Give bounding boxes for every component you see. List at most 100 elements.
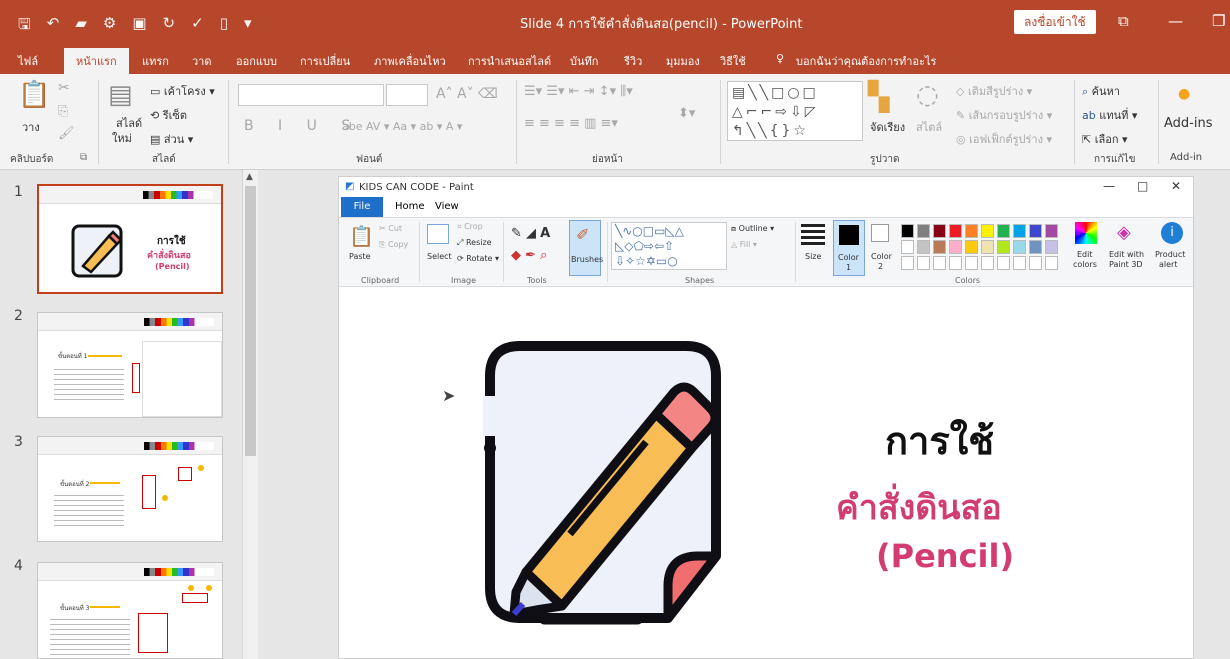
- replace-button[interactable]: ab แทนที่ ▾: [1082, 106, 1137, 124]
- color-swatch[interactable]: [981, 224, 994, 238]
- open-icon[interactable]: ▰: [75, 14, 87, 39]
- custom-color-slot[interactable]: [981, 256, 994, 270]
- paint-paste-icon[interactable]: 📋: [349, 224, 374, 248]
- section-button[interactable]: ▤ ส่วน ▾: [150, 130, 193, 148]
- shapes-gallery[interactable]: ▤╲╲□○□ △⌐⌐⇨⇩◸ ↰╲╲{}☆: [727, 81, 863, 141]
- custom-color-slot[interactable]: [949, 256, 962, 270]
- custom-color-slot[interactable]: [933, 256, 946, 270]
- tab-view[interactable]: มุมมอง: [666, 52, 700, 70]
- paint-file-tab[interactable]: File: [341, 197, 383, 217]
- paint-select-icon[interactable]: [427, 224, 449, 244]
- copy-icon[interactable]: ⎘: [58, 104, 68, 119]
- paint-color2-swatch[interactable]: [871, 224, 889, 242]
- color-swatch[interactable]: [965, 240, 978, 254]
- tell-me-input[interactable]: บอกฉันว่าคุณต้องการทำอะไร: [796, 52, 936, 70]
- text-direction-icon[interactable]: ⬍▾: [678, 106, 695, 121]
- color-swatch[interactable]: [997, 240, 1010, 254]
- color-swatch[interactable]: [933, 224, 946, 238]
- paint-tools-icons[interactable]: ✎ ◢ A: [511, 226, 550, 241]
- minimize-icon[interactable]: —: [1168, 12, 1183, 30]
- cut-icon[interactable]: ✂: [58, 80, 70, 96]
- custom-color-slot[interactable]: [997, 256, 1010, 270]
- slide-thumbnail-3[interactable]: ขั้นตอนที่ 2: [37, 436, 223, 542]
- paint-shapes-gallery[interactable]: ╲∿○□▭◺△ ◺◇⬠⇨⇦⇧ ⇩✧☆✡▭○: [611, 222, 727, 270]
- slide-thumbnail-1[interactable]: การใช้ คำสั่งดินสอ (Pencil): [37, 184, 223, 294]
- custom-color-slot[interactable]: [1045, 256, 1058, 270]
- sign-in-button[interactable]: ลงชื่อเข้าใช้: [1014, 10, 1096, 34]
- new-slide-button-2[interactable]: ใหม่: [112, 129, 132, 147]
- paint-3d-icon[interactable]: ◈: [1117, 222, 1131, 243]
- restore-icon[interactable]: ❐: [1212, 12, 1225, 30]
- paste-button[interactable]: วาง: [22, 118, 40, 136]
- paint-edit-colors-icon[interactable]: [1075, 222, 1097, 244]
- custom-color-slot[interactable]: [1013, 256, 1026, 270]
- spelling-icon[interactable]: ✓: [191, 14, 204, 39]
- grow-font-icon[interactable]: A˄ A˅ ⌫: [436, 86, 498, 102]
- ribbon-display-icon[interactable]: ⧉: [1118, 12, 1129, 30]
- paint-edit-colors-button[interactable]: Edit: [1077, 250, 1093, 259]
- custom-color-slot[interactable]: [965, 256, 978, 270]
- redo-icon[interactable]: ↻: [163, 14, 176, 39]
- tab-help[interactable]: วิธีใช้: [720, 52, 746, 70]
- color-swatch[interactable]: [917, 224, 930, 238]
- reset-button[interactable]: ⟲ รีเซ็ต: [150, 106, 187, 124]
- paint-view-tab[interactable]: View: [435, 201, 459, 212]
- font-more-buttons[interactable]: abe AV ▾ Aa ▾ ab ▾ A ▾: [342, 120, 462, 133]
- tab-slideshow[interactable]: การนำเสนอสไลด์: [468, 52, 551, 70]
- custom-color-slot[interactable]: [901, 256, 914, 270]
- color-swatch[interactable]: [901, 240, 914, 254]
- color-swatch[interactable]: [901, 224, 914, 238]
- select-button[interactable]: ⇱ เลือก ▾: [1082, 130, 1128, 148]
- paint-size-button[interactable]: Size: [805, 252, 821, 261]
- paint-size-icon[interactable]: [801, 224, 825, 246]
- tab-home[interactable]: หน้าแรก: [64, 48, 129, 74]
- shape-fill-button[interactable]: ◇ เติมสีรูปร่าง ▾: [956, 82, 1032, 100]
- format-painter-icon[interactable]: 🖌: [58, 126, 75, 141]
- font-name-box[interactable]: [238, 84, 384, 106]
- arrange-icon[interactable]: ▚: [868, 80, 890, 113]
- paint-maximize-icon[interactable]: □: [1137, 179, 1148, 193]
- tab-record[interactable]: บันทึก: [570, 52, 598, 70]
- paint-home-tab[interactable]: Home: [395, 201, 425, 212]
- tab-transitions[interactable]: การเปลี่ยน: [300, 52, 350, 70]
- paint-3d-button[interactable]: Edit with: [1109, 250, 1144, 259]
- paint-select-button[interactable]: Select: [427, 252, 452, 261]
- custom-color-slot[interactable]: [1029, 256, 1042, 270]
- color-swatch[interactable]: [1013, 224, 1026, 238]
- quick-styles-icon[interactable]: ◌: [916, 80, 939, 110]
- tab-review[interactable]: รีวิว: [624, 52, 642, 70]
- paint-eraser-picker-icons[interactable]: ◆ ✒ ⌕: [511, 248, 547, 263]
- paint-paste-button[interactable]: Paste: [349, 252, 371, 261]
- paint-crop-button[interactable]: ⌗ Crop: [457, 222, 483, 232]
- color-swatch[interactable]: [933, 240, 946, 254]
- color-swatch[interactable]: [997, 224, 1010, 238]
- product-alert-button[interactable]: Product: [1155, 250, 1185, 259]
- color-swatch[interactable]: [1029, 240, 1042, 254]
- customize-qat-icon[interactable]: ▾: [244, 14, 252, 39]
- new-slide-icon[interactable]: ▤: [108, 80, 133, 110]
- paint-resize-button[interactable]: ⤢ Resize: [457, 238, 492, 248]
- shape-outline-button[interactable]: ✎ เส้นกรอบรูปร่าง ▾: [956, 106, 1052, 124]
- color-swatch[interactable]: [981, 240, 994, 254]
- align-icons[interactable]: ≡ ≡ ≡ ≡ ▥ ≡▾: [524, 116, 618, 131]
- new-doc-icon[interactable]: ▯: [220, 14, 228, 39]
- paint-close-icon[interactable]: ✕: [1171, 179, 1181, 193]
- addins-icon[interactable]: ●: [1178, 86, 1190, 102]
- product-alert-icon[interactable]: i: [1161, 222, 1183, 244]
- slide-canvas[interactable]: ◩ KIDS CAN CODE - Paint — □ ✕ File Home …: [338, 176, 1194, 659]
- bullets-icon[interactable]: ☰▾ ☰▾ ⇤ ⇥ ↕▾ ⫼▾: [524, 84, 633, 99]
- paint-color1-button[interactable]: Color 1: [833, 220, 865, 276]
- save-icon[interactable]: 🖫: [18, 14, 31, 39]
- color-swatch[interactable]: [1013, 240, 1026, 254]
- paint-fill-button[interactable]: ◬ Fill ▾: [731, 240, 757, 249]
- touch-mode-icon[interactable]: ⚙: [103, 14, 116, 39]
- color-swatch[interactable]: [917, 240, 930, 254]
- slide-thumbnail-2[interactable]: ขั้นตอนที่ 1: [37, 312, 223, 418]
- paint-cut-button[interactable]: ✂ Cut: [379, 224, 402, 233]
- color-swatch[interactable]: [1045, 240, 1058, 254]
- paste-icon[interactable]: 📋: [18, 80, 50, 110]
- tab-insert[interactable]: แทรก: [142, 52, 169, 70]
- tab-animations[interactable]: ภาพเคลื่อนไหว: [374, 52, 446, 70]
- paint-outline-button[interactable]: ⧈ Outline ▾: [731, 224, 774, 234]
- paint-minimize-icon[interactable]: —: [1103, 179, 1115, 193]
